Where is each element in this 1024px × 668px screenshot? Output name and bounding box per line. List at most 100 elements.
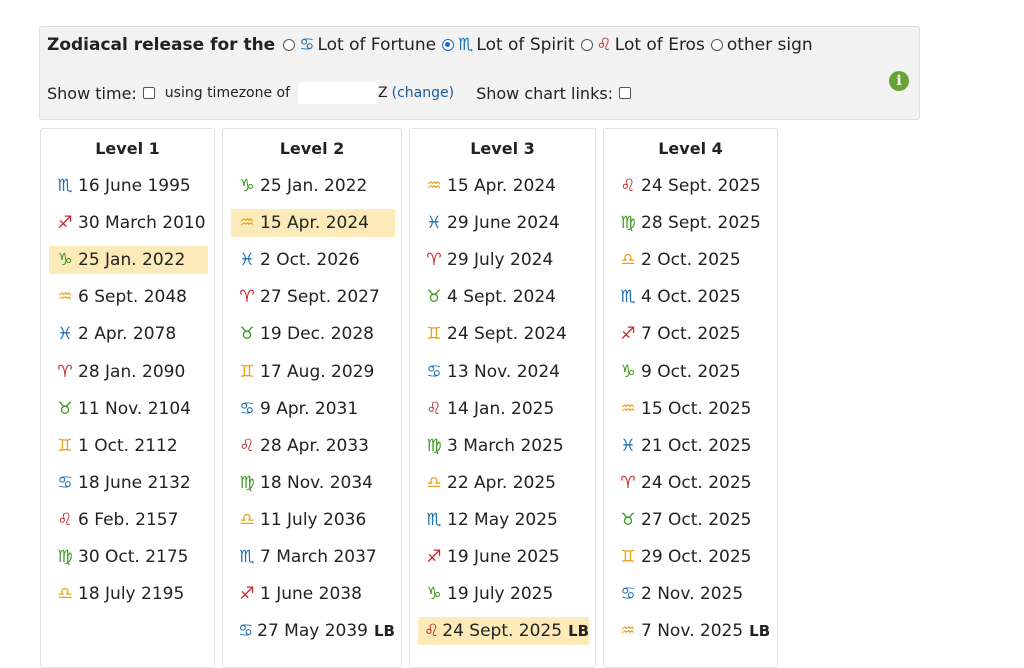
period-row: ♍ 28 Sept. 2025 <box>612 209 771 237</box>
capricorn-icon: ♑ <box>426 584 442 605</box>
current-period-row: ♌ 24 Sept. 2025 LB <box>418 617 589 646</box>
period-row: ♑ 9 Oct. 2025 <box>612 358 771 386</box>
period-row: ♋ 9 Apr. 2031 <box>231 395 395 423</box>
change-timezone-link[interactable]: (change) <box>392 85 454 101</box>
period-date: 15 Apr. 2024 <box>447 176 556 196</box>
aquarius-icon: ♒ <box>57 287 73 308</box>
period-row: ♍ 18 Nov. 2034 <box>231 469 395 497</box>
option-label: other sign <box>726 35 813 55</box>
option-label: Lot of Eros <box>614 35 705 55</box>
period-date: 7 Oct. 2025 <box>641 324 741 345</box>
loosing-of-bond-badge: LB <box>749 622 771 641</box>
period-date: 2 Oct. 2026 <box>260 250 360 271</box>
libra-icon: ♎ <box>239 509 255 530</box>
leo-icon: ♌ <box>57 509 73 530</box>
period-date: 27 Oct. 2025 <box>641 509 752 530</box>
option-lot-of-fortune[interactable]: ♋ Lot of Fortune <box>283 35 436 55</box>
period-date: 12 May 2025 <box>447 509 558 530</box>
virgo-icon: ♍ <box>239 472 255 493</box>
level-3-column: Level 3 ♒ 15 Apr. 2024 ♓ 29 June 2024 ♈ 29 Jul… <box>409 128 596 668</box>
period-date: 3 March 2025 <box>447 435 564 456</box>
period-row: ♍ 30 Oct. 2175 <box>49 543 208 571</box>
period-date: 24 Oct. 2025 <box>641 472 752 493</box>
timezone-label: using timezone of <box>164 85 291 101</box>
radio-lot-of-spirit[interactable] <box>442 39 455 51</box>
timezone-fragment: Z <box>378 85 388 101</box>
period-date: 18 July 2195 <box>78 584 185 605</box>
show-time-checkbox[interactable] <box>142 87 155 99</box>
period-date: 28 Sept. 2025 <box>641 213 761 234</box>
level-title: Level 3 <box>470 139 535 158</box>
period-date: 27 May 2039 <box>257 621 368 642</box>
period-row: ♉ 27 Oct. 2025 <box>612 506 771 534</box>
period-row: ♌ 6 Feb. 2157 <box>49 506 208 534</box>
period-row: ♋ 2 Nov. 2025 <box>612 580 771 608</box>
timezone-redacted <box>298 82 379 104</box>
period-row: ♊ 24 Sept. 2024 <box>418 320 589 348</box>
current-period-row: ♒ 15 Apr. 2024 <box>231 209 395 238</box>
gemini-icon: ♊ <box>57 435 73 456</box>
period-row: ♉ 4 Sept. 2024 <box>418 283 589 311</box>
aries-icon: ♈ <box>620 472 636 493</box>
libra-icon: ♎ <box>426 472 442 493</box>
period-row: ♓ 2 Apr. 2078 <box>49 320 208 348</box>
period-date: 24 Sept. 2025 <box>641 176 761 196</box>
period-row: ♈ 29 July 2024 <box>418 246 589 274</box>
period-date: 19 July 2025 <box>447 584 554 605</box>
period-date: 18 June 2132 <box>78 472 191 493</box>
period-row: ♎ 18 July 2195 <box>49 580 208 608</box>
period-date: 1 June 2038 <box>260 584 362 605</box>
period-row: ♍ 3 March 2025 <box>418 432 589 460</box>
aquarius-icon: ♒ <box>239 213 255 234</box>
period-date: 21 Oct. 2025 <box>641 435 752 456</box>
radio-other-sign[interactable] <box>710 39 723 51</box>
scorpio-icon: ♏ <box>426 509 442 530</box>
period-date: 4 Oct. 2025 <box>641 287 741 308</box>
period-date: 2 Oct. 2025 <box>641 250 741 271</box>
period-date: 25 Jan. 2022 <box>78 250 186 271</box>
taurus-icon: ♉ <box>239 324 255 345</box>
cancer-icon: ♋ <box>299 35 315 55</box>
cancer-icon: ♋ <box>57 472 73 493</box>
chart-links-checkbox[interactable] <box>619 87 632 99</box>
release-options-panel: Zodiacal release for the ♋ Lot of Fortun… <box>39 26 920 120</box>
period-date: 9 Apr. 2031 <box>260 398 359 419</box>
period-row: ♑ 19 July 2025 <box>418 580 589 608</box>
period-row: ♋ 27 May 2039 LB <box>231 617 395 645</box>
cancer-icon: ♋ <box>426 361 442 382</box>
level-4-column: Level 4 ♌ 24 Sept. 2025 ♍ 28 Sept. 2025 ♎ 2 Oc… <box>603 128 778 668</box>
scorpio-icon: ♏ <box>239 547 255 567</box>
lot-selector-row: Zodiacal release for the ♋ Lot of Fortun… <box>47 35 819 55</box>
level-title: Level 4 <box>658 139 723 158</box>
option-label: Lot of Spirit <box>476 35 575 55</box>
pisces-icon: ♓ <box>239 250 255 271</box>
option-other-sign[interactable]: other sign <box>710 35 813 55</box>
period-date: 6 Sept. 2048 <box>78 287 187 308</box>
period-date: 27 Sept. 2027 <box>260 287 380 308</box>
leo-icon: ♌ <box>239 435 255 456</box>
scorpio-icon: ♏ <box>57 176 73 196</box>
leo-icon: ♌ <box>424 621 440 642</box>
libra-icon: ♎ <box>57 584 73 605</box>
period-row: ♈ 24 Oct. 2025 <box>612 469 771 497</box>
period-date: 25 Jan. 2022 <box>260 176 368 196</box>
period-date: 2 Apr. 2078 <box>78 324 177 345</box>
radio-lot-of-fortune[interactable] <box>283 39 296 51</box>
period-row: ♉ 11 Nov. 2104 <box>49 395 208 423</box>
period-row: ♈ 28 Jan. 2090 <box>49 358 208 386</box>
aquarius-icon: ♒ <box>620 398 636 419</box>
radio-lot-of-eros[interactable] <box>580 39 593 51</box>
period-date: 28 Jan. 2090 <box>78 361 186 382</box>
option-lot-of-spirit[interactable]: ♏ Lot of Spirit <box>442 35 575 55</box>
option-lot-of-eros[interactable]: ♌ Lot of Eros <box>580 35 705 55</box>
period-row: ♐ 7 Oct. 2025 <box>612 320 771 348</box>
capricorn-icon: ♑ <box>57 250 73 271</box>
period-date: 11 July 2036 <box>260 509 367 530</box>
period-date: 7 Nov. 2025 <box>641 621 744 642</box>
taurus-icon: ♉ <box>620 509 636 530</box>
info-icon[interactable]: i <box>889 71 909 91</box>
period-row: ♌ 24 Sept. 2025 <box>612 172 771 200</box>
gemini-icon: ♊ <box>620 547 636 567</box>
period-row: ♓ 2 Oct. 2026 <box>231 246 395 274</box>
level-1-column: Level 1 ♏ 16 June 1995 ♐ 30 March 2010 ♑ 25 Ja… <box>40 128 215 668</box>
